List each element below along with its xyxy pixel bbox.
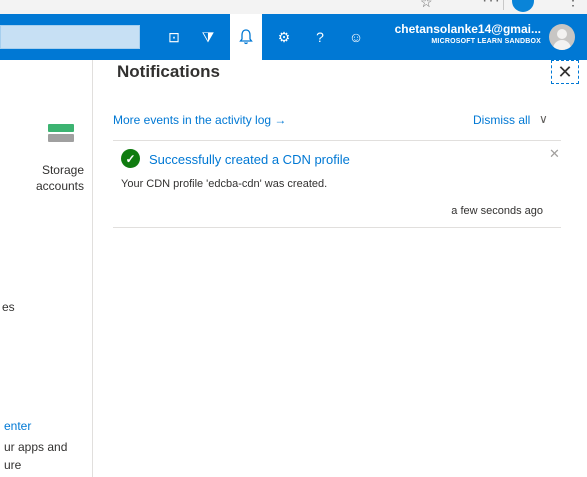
storage-icon-bar-bottom [48, 134, 74, 142]
storage-accounts-label[interactable]: Storage accounts [20, 162, 84, 194]
chevron-down-icon[interactable]: ∨ [539, 112, 548, 126]
notifications-bell-icon[interactable] [230, 14, 262, 60]
left-blade: Storage accounts es enter ur apps and ur… [0, 60, 92, 477]
account-info[interactable]: chetansolanke14@gmai... MICROSOFT LEARN … [395, 22, 541, 45]
panel-title: Notifications [117, 62, 220, 81]
help-icon[interactable]: ? [306, 14, 334, 60]
dismiss-all-button[interactable]: Dismiss all [473, 113, 530, 127]
account-email: chetansolanke14@gmai... [394, 22, 541, 36]
notification-body: Your CDN profile 'edcba-cdn' was created… [121, 178, 328, 190]
toolbar-separator [503, 0, 504, 10]
left-link-fragment[interactable]: enter [4, 419, 31, 433]
avatar-body [553, 40, 571, 50]
browser-profile-icon[interactable] [512, 0, 534, 12]
account-tenant: MICROSOFT LEARN SANDBOX [431, 38, 541, 45]
bookmark-star-icon[interactable]: ☆ [420, 0, 433, 11]
close-panel-button[interactable]: ✕ [551, 60, 579, 84]
left-text-fragment: ure [4, 458, 22, 472]
storage-icon-bar-top [48, 124, 74, 132]
cloud-shell-icon[interactable]: ⊡ [160, 14, 188, 60]
avatar-head [557, 29, 567, 39]
close-icon: ✕ [557, 61, 573, 82]
dismiss-notification-icon[interactable]: ✕ [549, 146, 560, 162]
more-dots-icon[interactable]: ··· [482, 0, 501, 10]
browser-menu-icon[interactable]: ⋮ [566, 0, 580, 9]
success-check-icon: ✓ [121, 149, 140, 168]
settings-gear-icon[interactable]: ⚙ [270, 14, 298, 60]
notification-timestamp: a few seconds ago [451, 205, 543, 217]
notification-title[interactable]: Successfully created a CDN profile [149, 152, 350, 167]
storage-accounts-icon[interactable] [48, 124, 74, 146]
search-input[interactable] [0, 25, 140, 49]
notifications-panel: Notifications ✕ More events in the activ… [92, 60, 587, 477]
bell-icon [239, 29, 253, 45]
divider [113, 227, 561, 228]
left-text-fragment: ur apps and [4, 440, 68, 454]
browser-toolbar: ☆ ··· ⋮ [0, 0, 587, 14]
left-text-fragment: es [2, 300, 15, 314]
avatar[interactable] [549, 24, 575, 50]
activity-log-link[interactable]: More events in the activity log → [113, 113, 286, 127]
portal-header: ⊡ ⧩ ⚙ ? ☺ chetansolanke14@gmai... MICROS… [0, 14, 587, 60]
feedback-smile-icon[interactable]: ☺ [342, 14, 370, 60]
divider [113, 140, 561, 141]
directory-filter-icon[interactable]: ⧩ [194, 14, 222, 60]
